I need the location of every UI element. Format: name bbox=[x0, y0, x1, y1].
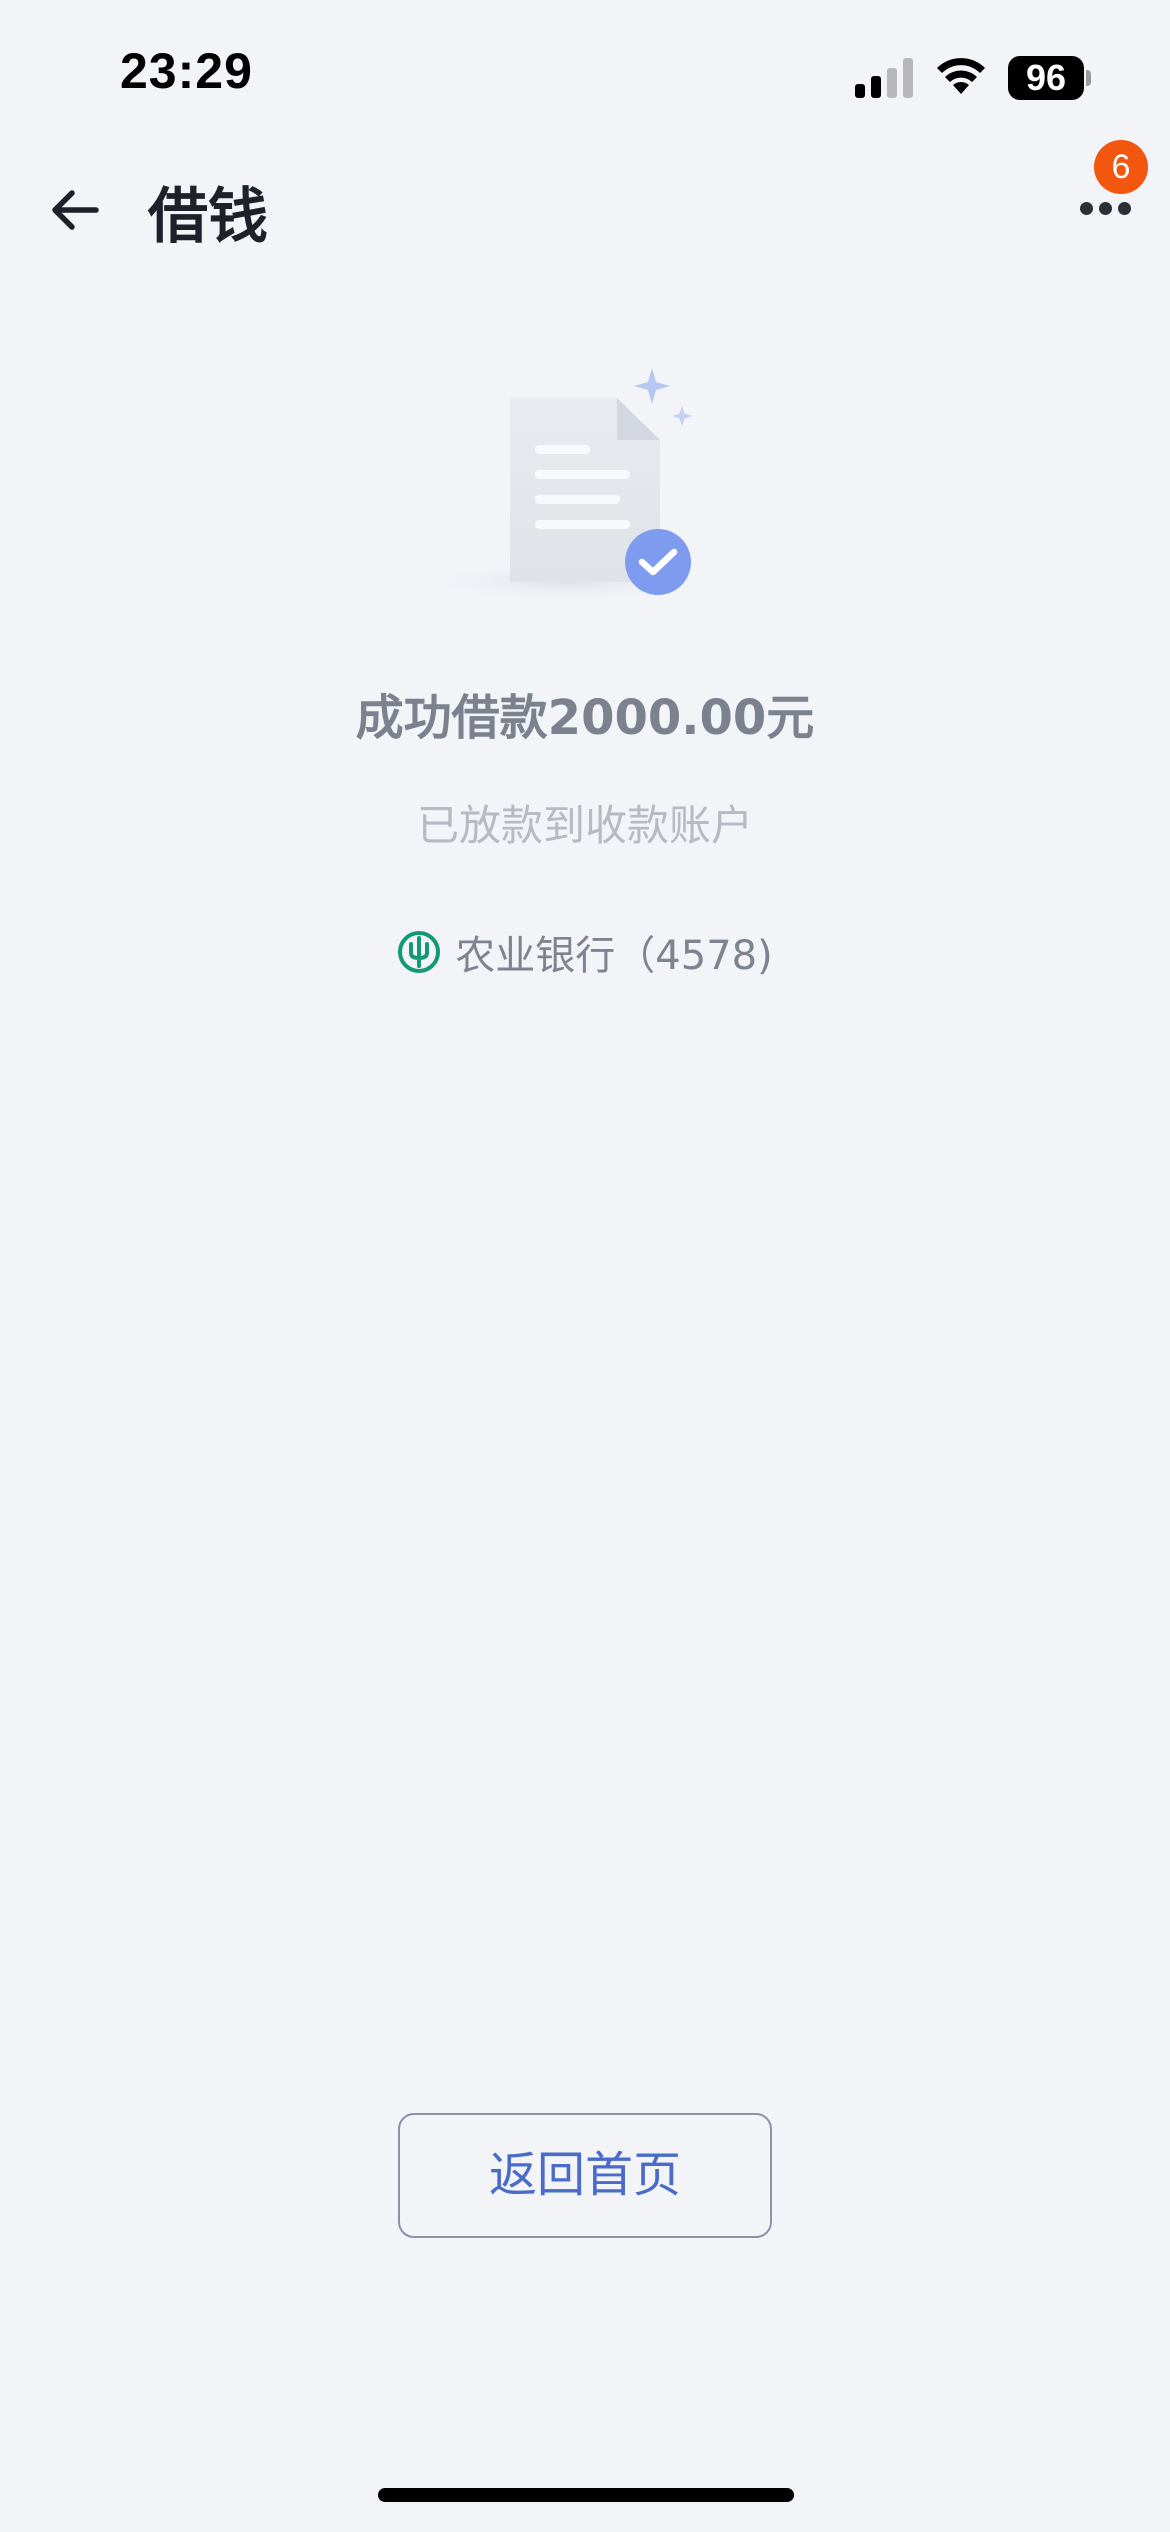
arrow-left-icon[interactable] bbox=[46, 180, 106, 240]
battery-level: 96 bbox=[1008, 56, 1084, 100]
more-dots-icon bbox=[1080, 202, 1093, 215]
bank-name: 农业银行 bbox=[455, 933, 616, 979]
more-dot bbox=[1118, 202, 1131, 215]
page-title: 借钱 bbox=[148, 182, 268, 252]
more-dot bbox=[1099, 202, 1112, 215]
document-check-icon bbox=[415, 368, 715, 604]
signal-icon bbox=[855, 58, 913, 98]
notification-badge: 6 bbox=[1094, 140, 1148, 194]
battery-tip bbox=[1086, 70, 1091, 86]
bank-account-tail: （4578) bbox=[615, 933, 773, 979]
home-indicator[interactable] bbox=[378, 2488, 794, 2502]
return-home-button[interactable]: 返回首页 bbox=[398, 2113, 772, 2238]
status-time: 23:29 bbox=[120, 43, 253, 99]
wifi-icon bbox=[937, 58, 985, 94]
success-subtitle: 已放款到收款账户 bbox=[416, 801, 753, 850]
status-bar: 23:29 96 bbox=[0, 0, 1170, 150]
bank-account-row: 农业银行 （4578) bbox=[0, 922, 1170, 982]
success-title: 成功借款2000.00元 bbox=[355, 690, 815, 746]
battery-icon: 96 bbox=[1008, 56, 1091, 100]
abc-bank-logo bbox=[398, 931, 441, 973]
loan-success-screen: 23:29 96 借钱 6 成功借款2000.00元 已放款到收款账户 农业银行… bbox=[0, 0, 1170, 2532]
